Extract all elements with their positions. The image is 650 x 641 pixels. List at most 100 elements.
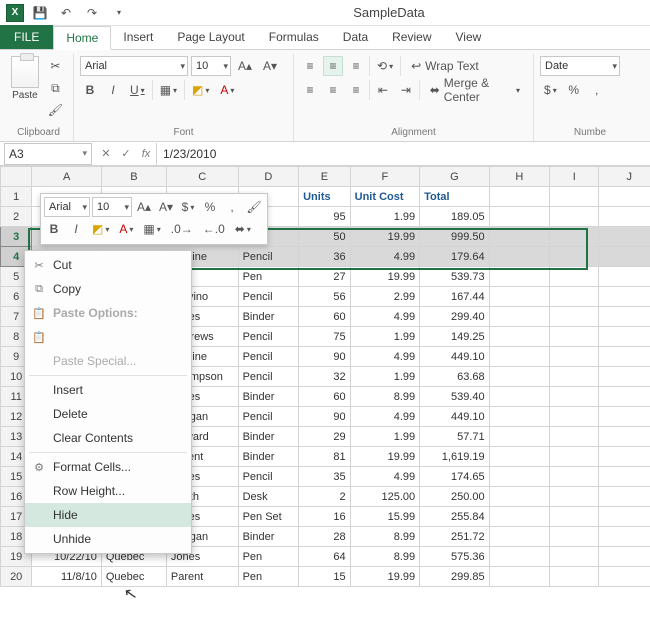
cell-J2[interactable] xyxy=(599,207,650,227)
cell-E8[interactable]: 75 xyxy=(299,327,351,347)
cell-G12[interactable]: 449.10 xyxy=(420,407,489,427)
mini-merge[interactable]: ⬌ xyxy=(231,219,255,239)
tab-data[interactable]: Data xyxy=(331,25,380,49)
cell-H17[interactable] xyxy=(489,507,550,527)
cell-I17[interactable] xyxy=(550,507,599,527)
increase-font-button[interactable]: A▴ xyxy=(234,56,256,76)
cell-F12[interactable]: 4.99 xyxy=(350,407,419,427)
cell-E20[interactable]: 15 xyxy=(299,567,351,587)
cell-J11[interactable] xyxy=(599,387,650,407)
cell-G18[interactable]: 251.72 xyxy=(420,527,489,547)
cell-H9[interactable] xyxy=(489,347,550,367)
cell-F2[interactable]: 1.99 xyxy=(350,207,419,227)
cell-F7[interactable]: 4.99 xyxy=(350,307,419,327)
cell-H19[interactable] xyxy=(489,547,550,567)
ctx-cut[interactable]: ✂Cut xyxy=(25,253,191,277)
mini-percent[interactable]: % xyxy=(200,197,220,217)
ctx-clear-contents[interactable]: Clear Contents xyxy=(25,426,191,450)
cell-G4[interactable]: 179.64 xyxy=(420,247,489,267)
mini-font-family[interactable]: Arial xyxy=(44,197,90,217)
cell-D16[interactable]: Desk xyxy=(238,487,299,507)
mini-comma[interactable]: , xyxy=(222,197,242,217)
cell-J19[interactable] xyxy=(599,547,650,567)
cell-I12[interactable] xyxy=(550,407,599,427)
name-box[interactable]: A3 xyxy=(4,143,92,165)
cell-F3[interactable]: 19.99 xyxy=(350,227,419,247)
cell-H3[interactable] xyxy=(489,227,550,247)
borders-button[interactable]: ▦ xyxy=(156,80,181,100)
copy-button[interactable]: ⧉ xyxy=(44,78,67,98)
cell-D5[interactable]: Pen xyxy=(238,267,299,287)
ctx-format-cells[interactable]: ⚙Format Cells... xyxy=(25,455,191,479)
save-button[interactable]: 💾 xyxy=(30,4,50,22)
cell-G17[interactable]: 255.84 xyxy=(420,507,489,527)
col-header-J[interactable]: J xyxy=(599,167,650,187)
cell-F11[interactable]: 8.99 xyxy=(350,387,419,407)
comma-button[interactable]: , xyxy=(587,80,607,100)
col-header-B[interactable]: B xyxy=(101,167,166,187)
cell-I20[interactable] xyxy=(550,567,599,587)
mini-borders[interactable]: ▦ xyxy=(139,219,164,239)
increase-indent-button[interactable]: ⇥ xyxy=(396,80,416,100)
font-size-combo[interactable]: 10 xyxy=(191,56,231,76)
cell-G10[interactable]: 63.68 xyxy=(420,367,489,387)
cell-I3[interactable] xyxy=(550,227,599,247)
cell-F18[interactable]: 8.99 xyxy=(350,527,419,547)
wrap-text-button[interactable]: ↩Wrap Text xyxy=(404,56,486,76)
tab-view[interactable]: View xyxy=(444,25,494,49)
ctx-delete[interactable]: Delete xyxy=(25,402,191,426)
cell-E4[interactable]: 36 xyxy=(299,247,351,267)
font-color-button[interactable]: A xyxy=(216,80,238,100)
tab-review[interactable]: Review xyxy=(380,25,443,49)
cell-D8[interactable]: Pencil xyxy=(238,327,299,347)
mini-font-size[interactable]: 10 xyxy=(92,197,132,217)
cell-G8[interactable]: 149.25 xyxy=(420,327,489,347)
cell-J7[interactable] xyxy=(599,307,650,327)
mini-dec-decimal[interactable]: ←.0 xyxy=(199,219,229,239)
cell-I2[interactable] xyxy=(550,207,599,227)
cell-G11[interactable]: 539.40 xyxy=(420,387,489,407)
cell-F19[interactable]: 8.99 xyxy=(350,547,419,567)
mini-format-painter[interactable]: 🖌 xyxy=(244,197,264,217)
formula-input[interactable]: 1/23/2010 xyxy=(156,143,650,165)
cell-H13[interactable] xyxy=(489,427,550,447)
cell-E16[interactable]: 2 xyxy=(299,487,351,507)
mini-increase-font[interactable]: A▴ xyxy=(134,197,154,217)
col-header-I[interactable]: I xyxy=(550,167,599,187)
cell-I7[interactable] xyxy=(550,307,599,327)
cell-E14[interactable]: 81 xyxy=(299,447,351,467)
cell-D18[interactable]: Binder xyxy=(238,527,299,547)
cell-I9[interactable] xyxy=(550,347,599,367)
cut-button[interactable]: ✂ xyxy=(44,56,67,76)
number-format-combo[interactable]: Date xyxy=(540,56,620,76)
cell-I8[interactable] xyxy=(550,327,599,347)
cell-F8[interactable]: 1.99 xyxy=(350,327,419,347)
cell-F20[interactable]: 19.99 xyxy=(350,567,419,587)
cell-F16[interactable]: 125.00 xyxy=(350,487,419,507)
decrease-font-button[interactable]: A▾ xyxy=(259,56,281,76)
cell-J4[interactable] xyxy=(599,247,650,267)
mini-font-color[interactable]: A xyxy=(115,219,137,239)
cell-E6[interactable]: 56 xyxy=(299,287,351,307)
align-bottom-button[interactable]: ≡ xyxy=(346,56,366,76)
cell-H12[interactable] xyxy=(489,407,550,427)
cell-F17[interactable]: 15.99 xyxy=(350,507,419,527)
cell-H10[interactable] xyxy=(489,367,550,387)
cell-D11[interactable]: Binder xyxy=(238,387,299,407)
cell-G14[interactable]: 1,619.19 xyxy=(420,447,489,467)
cell-D14[interactable]: Binder xyxy=(238,447,299,467)
cell-E10[interactable]: 32 xyxy=(299,367,351,387)
tab-insert[interactable]: Insert xyxy=(111,25,165,49)
cell-D4[interactable]: Pencil xyxy=(238,247,299,267)
cell-H11[interactable] xyxy=(489,387,550,407)
cell-E15[interactable]: 35 xyxy=(299,467,351,487)
cell-D12[interactable]: Pencil xyxy=(238,407,299,427)
mini-italic[interactable]: I xyxy=(66,219,86,239)
cell-I1[interactable] xyxy=(550,187,599,207)
cell-F1[interactable]: Unit Cost xyxy=(350,187,419,207)
ctx-copy[interactable]: ⧉Copy xyxy=(25,277,191,301)
cell-D15[interactable]: Pencil xyxy=(238,467,299,487)
col-header-H[interactable]: H xyxy=(489,167,550,187)
col-header-G[interactable]: G xyxy=(420,167,489,187)
cell-J16[interactable] xyxy=(599,487,650,507)
